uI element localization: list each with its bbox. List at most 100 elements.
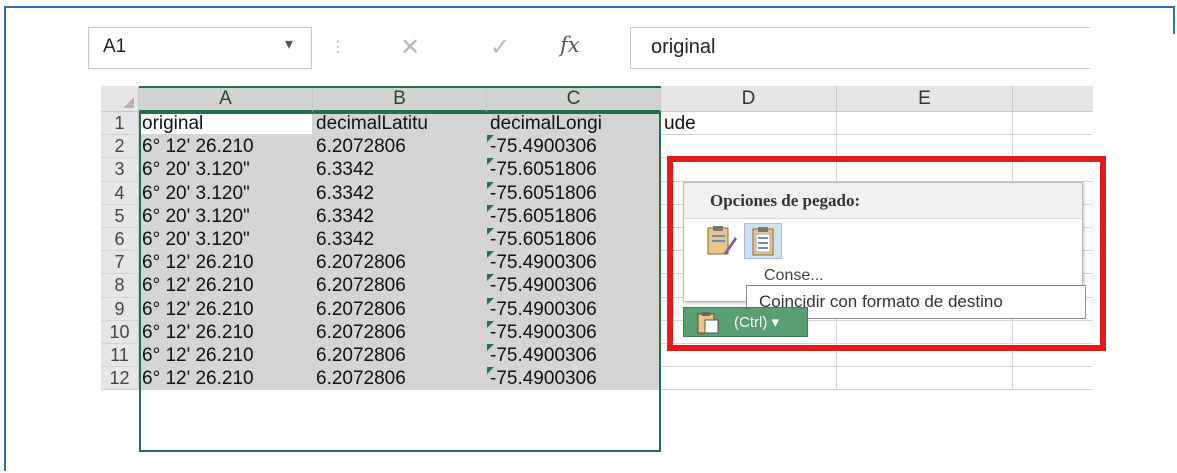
cell-b6[interactable]: 6.3342 (313, 228, 487, 252)
row-header[interactable]: 11 (101, 344, 139, 368)
cell-c7[interactable]: -75.4900306 (487, 251, 661, 275)
cell-a6[interactable]: 6° 20' 3.120" (139, 228, 313, 252)
cell-d2[interactable] (661, 135, 837, 159)
column-header-f[interactable] (1013, 86, 1093, 112)
row-header[interactable]: 2 (101, 135, 139, 159)
cell-value: 6° 12' 26.210 (142, 345, 254, 366)
cell-d1[interactable]: ude (661, 112, 837, 136)
row-header[interactable]: 5 (101, 204, 139, 228)
cell-value: -75.4900306 (490, 345, 597, 366)
cell-value: 6.2072806 (316, 321, 406, 343)
cell-a5[interactable]: 6° 20' 3.120" (139, 204, 313, 228)
column-header-a[interactable]: A (139, 86, 313, 112)
cell-c8[interactable]: -75.4900306 (487, 274, 661, 298)
cell-c10[interactable]: -75.4900306 (487, 320, 661, 344)
cell-a2[interactable]: 6° 12' 26.210 (139, 135, 313, 159)
cell-a11[interactable]: 6° 12' 26.210 (139, 344, 313, 368)
row-header[interactable]: 1 (101, 112, 139, 136)
number-as-text-indicator-icon (487, 344, 494, 351)
cell-a9[interactable]: 6° 12' 26.210 (139, 297, 313, 321)
cell-e12[interactable] (837, 367, 1013, 391)
name-box[interactable]: A1 ▾ (88, 27, 312, 69)
row-header[interactable]: 8 (101, 274, 139, 298)
cell-value: decimalLatitu (316, 113, 428, 134)
cell-c12[interactable]: -75.4900306 (487, 367, 661, 391)
cell-c6[interactable]: -75.6051806 (487, 228, 661, 252)
cell-a7[interactable]: 6° 12' 26.210 (139, 251, 313, 275)
cell-value: decimalLongi (490, 113, 602, 134)
cell-value: ude (664, 113, 696, 134)
formula-input[interactable]: original (630, 27, 1090, 69)
row-header[interactable]: 10 (101, 320, 139, 344)
cell-c1[interactable]: decimalLongi (487, 112, 661, 136)
row-header[interactable]: 12 (101, 367, 139, 391)
column-selection-indicator (139, 86, 661, 88)
cell-e1[interactable] (837, 112, 1013, 136)
cell-value: 6° 12' 26.210 (142, 368, 254, 390)
cell-value: -75.6051806 (490, 205, 597, 227)
cell-d12[interactable] (661, 367, 837, 391)
cell-b10[interactable]: 6.2072806 (313, 320, 487, 344)
row-header[interactable]: 6 (101, 228, 139, 252)
row-header[interactable]: 7 (101, 251, 139, 275)
cell-a1[interactable]: original (139, 112, 313, 136)
cell-c9[interactable]: -75.4900306 (487, 297, 661, 321)
number-as-text-indicator-icon (487, 251, 494, 259)
cell-f1[interactable] (1013, 112, 1093, 136)
cell-value: 6° 12' 26.210 (142, 136, 254, 158)
cell-b1[interactable]: decimalLatitu (313, 112, 487, 136)
column-header-e[interactable]: E (837, 86, 1013, 112)
cell-value: 6.3342 (316, 229, 375, 250)
cell-f12[interactable] (1013, 367, 1093, 391)
enter-icon[interactable]: ✓ (490, 33, 510, 61)
cell-b4[interactable]: 6.3342 (313, 181, 487, 205)
cell-c2[interactable]: -75.4900306 (487, 135, 661, 159)
cell-value: 6.3342 (316, 205, 375, 227)
cell-e2[interactable] (837, 135, 1013, 159)
cell-value: 6° 20' 3.120" (142, 205, 250, 227)
formula-bar-grip-icon[interactable]: ⋮ (330, 37, 346, 56)
cell-value: -75.6051806 (490, 182, 597, 204)
cell-c11[interactable]: -75.4900306 (487, 344, 661, 368)
cell-value: -75.4900306 (490, 136, 597, 158)
cell-value: -75.6051806 (490, 229, 597, 250)
cell-b9[interactable]: 6.2072806 (313, 297, 487, 321)
cell-a4[interactable]: 6° 20' 3.120" (139, 181, 313, 205)
column-header-b[interactable]: B (313, 86, 487, 112)
number-as-text-indicator-icon (487, 297, 494, 305)
cell-b5[interactable]: 6.3342 (313, 204, 487, 228)
cell-c5[interactable]: -75.6051806 (487, 204, 661, 228)
number-as-text-indicator-icon (487, 228, 494, 235)
row-header[interactable]: 9 (101, 297, 139, 321)
cancel-icon[interactable]: ✕ (400, 33, 420, 61)
cell-b3[interactable]: 6.3342 (313, 158, 487, 182)
cell-value: 6.3342 (316, 159, 375, 181)
select-all-corner[interactable] (101, 86, 139, 112)
cell-c4[interactable]: -75.6051806 (487, 181, 661, 205)
cell-value: 6° 12' 26.210 (142, 298, 254, 320)
cell-value: 6° 12' 26.210 (142, 275, 254, 297)
cell-a10[interactable]: 6° 12' 26.210 (139, 320, 313, 344)
cell-c3[interactable]: -75.6051806 (487, 158, 661, 182)
row-header[interactable]: 3 (101, 158, 139, 182)
cell-a8[interactable]: 6° 12' 26.210 (139, 274, 313, 298)
cell-b11[interactable]: 6.2072806 (313, 344, 487, 368)
name-box-value: A1 (103, 36, 127, 57)
cell-a12[interactable]: 6° 12' 26.210 (139, 367, 313, 391)
cell-value: 6° 20' 3.120" (142, 159, 250, 181)
insert-function-icon[interactable]: fx (560, 33, 580, 57)
cell-value: 6.2072806 (316, 275, 406, 297)
cell-f2[interactable] (1013, 135, 1093, 159)
cell-b8[interactable]: 6.2072806 (313, 274, 487, 298)
formula-bar-buttons: ✕ ✓ fx (380, 27, 625, 69)
column-header-d[interactable]: D (661, 86, 837, 112)
cell-a3[interactable]: 6° 20' 3.120" (139, 158, 313, 182)
row-header[interactable]: 4 (101, 181, 139, 205)
column-header-c[interactable]: C (487, 86, 661, 112)
cell-b2[interactable]: 6.2072806 (313, 135, 487, 159)
cell-b12[interactable]: 6.2072806 (313, 367, 487, 391)
cell-value: 6.2072806 (316, 136, 406, 158)
cell-value: 6.2072806 (316, 252, 406, 274)
chevron-down-icon[interactable]: ▾ (285, 34, 293, 54)
cell-b7[interactable]: 6.2072806 (313, 251, 487, 275)
